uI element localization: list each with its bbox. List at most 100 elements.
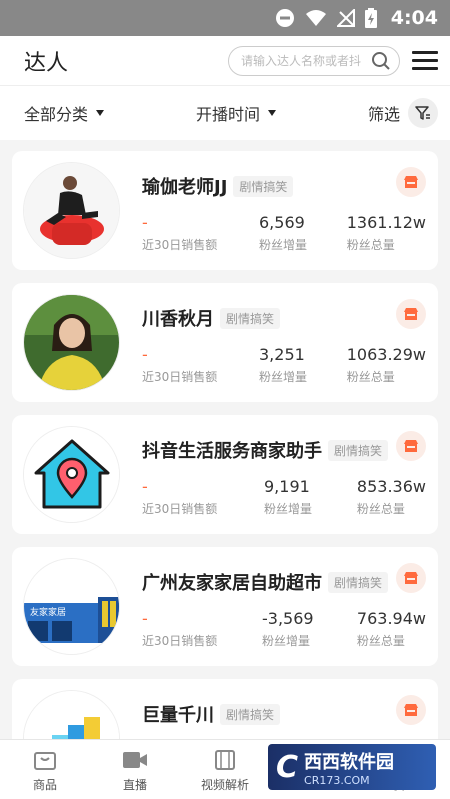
category-tag: 剧情搞笑 (328, 571, 389, 593)
sales-value: - (142, 213, 148, 232)
wifi-icon (305, 9, 327, 27)
influencer-name-row: 巨量千川 剧情搞笑 (142, 701, 281, 727)
avatar (23, 162, 120, 259)
fans-increase-label: 粉丝增量 (264, 502, 313, 516)
sales-value: - (142, 477, 148, 496)
tab-live-label: 直播 (122, 778, 147, 792)
fans-increase-label: 粉丝增量 (262, 634, 311, 648)
status-time: 4:04 (390, 7, 438, 29)
fans-total-stat: 1063.29w 粉丝总量 (347, 345, 426, 385)
category-tag: 剧情搞笑 (220, 703, 281, 725)
search-box[interactable] (228, 45, 400, 76)
influencer-name-row: 广州友家家居自助超市 剧情搞笑 (142, 569, 389, 595)
watermark-logo: C 西西软件园 CR173.COM (268, 744, 436, 790)
bag-icon (34, 752, 56, 770)
category-tag: 剧情搞笑 (328, 439, 389, 461)
sales-value: - (142, 609, 148, 628)
fans-total-value: 853.36w (356, 477, 426, 496)
fans-total-label: 粉丝总量 (356, 502, 405, 516)
avatar (23, 426, 120, 523)
shop-icon[interactable] (396, 167, 426, 197)
category-filter[interactable]: 全部分类 (24, 101, 105, 125)
fans-total-stat: 1361.12w 粉丝总量 (347, 213, 426, 253)
category-tag: 剧情搞笑 (233, 175, 294, 197)
sales-label: 近30日销售额 (142, 502, 218, 516)
search-input[interactable] (241, 53, 361, 68)
caret-down-icon (96, 110, 105, 116)
status-bar: 4:04 (0, 0, 450, 36)
fans-increase-stat: 3,251 粉丝增量 (259, 345, 307, 385)
fans-total-label: 粉丝总量 (356, 634, 405, 648)
influencer-list: 瑜伽老师JJ 剧情搞笑 - 近30日销售额 6,569 粉丝增量 1361.12… (12, 151, 438, 799)
fans-total-stat: 763.94w 粉丝总量 (357, 609, 426, 649)
fans-total-value: 1063.29w (346, 345, 426, 364)
start-time-filter[interactable]: 开播时间 (196, 101, 277, 125)
sales-stat: - 近30日销售额 (142, 345, 217, 385)
filter-button[interactable]: 筛选 (368, 98, 438, 128)
sales-value: - (142, 345, 148, 364)
battery-charging-icon (364, 8, 377, 28)
fans-increase-value: -3,569 (262, 609, 314, 628)
fans-total-label: 粉丝总量 (346, 238, 395, 252)
fans-total-value: 1361.12w (346, 213, 426, 232)
fans-increase-value: 6,569 (259, 213, 305, 232)
sales-label: 近30日销售额 (142, 370, 218, 384)
filter-bar: 全部分类 开播时间 筛选 (0, 86, 450, 140)
search-icon[interactable] (371, 51, 391, 71)
shop-icon[interactable] (396, 695, 426, 725)
influencer-name-row: 抖音生活服务商家助手 剧情搞笑 (142, 437, 389, 463)
fans-increase-stat: 6,569 粉丝增量 (259, 213, 307, 253)
fans-increase-stat: 9,191 粉丝增量 (264, 477, 312, 517)
watermark-title: 西西软件园 (304, 751, 395, 773)
sales-stat: - 近30日销售额 (142, 477, 217, 517)
influencer-card[interactable]: 瑜伽老师JJ 剧情搞笑 - 近30日销售额 6,569 粉丝增量 1361.12… (12, 151, 438, 270)
tab-video-analysis[interactable]: 视频解析 (180, 740, 270, 799)
sales-stat: - 近30日销售额 (142, 213, 217, 253)
influencer-card[interactable]: 抖音生活服务商家助手 剧情搞笑 - 近30日销售额 9,191 粉丝增量 853… (12, 415, 438, 534)
menu-icon[interactable] (412, 51, 438, 70)
influencer-card[interactable]: 川香秋月 剧情搞笑 - 近30日销售额 3,251 粉丝增量 1063.29w … (12, 283, 438, 402)
fans-increase-value: 9,191 (264, 477, 310, 496)
influencer-name-row: 瑜伽老师JJ 剧情搞笑 (142, 173, 294, 199)
category-filter-label: 全部分类 (24, 105, 89, 124)
filter-button-label: 筛选 (367, 105, 400, 124)
avatar (23, 294, 120, 391)
no-signal-icon (336, 9, 355, 27)
shop-icon[interactable] (396, 299, 426, 329)
influencer-name: 巨量千川 (142, 705, 214, 726)
category-tag: 剧情搞笑 (220, 307, 281, 329)
influencer-name-row: 川香秋月 剧情搞笑 (142, 305, 281, 331)
fans-total-label: 粉丝总量 (346, 370, 395, 384)
influencer-name: 瑜伽老师JJ (142, 177, 228, 198)
avatar-sign-text: 友家家居 (30, 606, 66, 618)
influencer-name: 广州友家家居自助超市 (142, 573, 322, 594)
shop-icon[interactable] (396, 431, 426, 461)
caret-down-icon (268, 110, 277, 116)
influencer-name: 抖音生活服务商家助手 (142, 441, 322, 462)
sales-label: 近30日销售额 (142, 634, 218, 648)
fans-increase-label: 粉丝增量 (259, 238, 308, 252)
tab-video-analysis-label: 视频解析 (200, 778, 249, 792)
do-not-disturb-icon (275, 8, 295, 28)
watermark-c-icon: C (276, 749, 299, 785)
fans-increase-value: 3,251 (259, 345, 305, 364)
page-title: 达人 (24, 50, 69, 76)
avatar: 友家家居 (23, 558, 120, 655)
sales-label: 近30日销售额 (142, 238, 218, 252)
tab-products[interactable]: 商品 (0, 740, 90, 799)
start-time-filter-label: 开播时间 (196, 105, 261, 124)
video-camera-icon (123, 752, 147, 768)
fans-total-stat: 853.36w 粉丝总量 (357, 477, 426, 517)
watermark-subtitle: CR173.COM (304, 773, 370, 787)
funnel-icon (408, 98, 438, 128)
tab-live[interactable]: 直播 (90, 740, 180, 799)
fans-increase-label: 粉丝增量 (259, 370, 308, 384)
fans-increase-stat: -3,569 粉丝增量 (262, 609, 314, 649)
film-icon (215, 750, 235, 770)
influencer-card[interactable]: 友家家居 广州友家家居自助超市 剧情搞笑 - 近30日销售额 -3,569 粉丝… (12, 547, 438, 666)
shop-icon[interactable] (396, 563, 426, 593)
influencer-name: 川香秋月 (142, 309, 214, 330)
app-header: 达人 (0, 36, 450, 86)
fans-total-value: 763.94w (356, 609, 426, 628)
sales-stat: - 近30日销售额 (142, 609, 217, 649)
